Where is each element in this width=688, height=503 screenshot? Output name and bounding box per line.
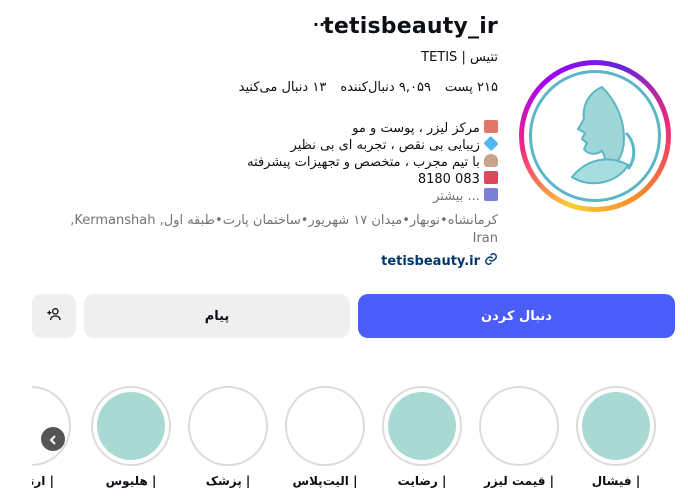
posts-count: ۲۱۵ پست	[444, 80, 498, 95]
highlight-item[interactable]: | رضایت	[379, 386, 465, 488]
telephone-icon	[484, 171, 498, 184]
highlight-item[interactable]: | پزشک	[185, 386, 271, 488]
highlight-label: | الیت‌پلاس	[292, 474, 358, 488]
highlight-cover	[485, 392, 553, 460]
link-icon	[484, 252, 498, 270]
website-link[interactable]: tetisbeauty.ir	[381, 252, 498, 270]
followers-count[interactable]: ۹,۰۵۹ دنبال‌کننده	[340, 80, 431, 95]
profile-avatar[interactable]	[519, 60, 671, 212]
message-button[interactable]: پیام	[84, 294, 350, 338]
tetis-logo-icon	[529, 70, 661, 202]
highlight-item[interactable]: | قیمت لیزر	[476, 386, 562, 488]
highlight-cover	[388, 392, 456, 460]
doctor-icon	[484, 154, 498, 167]
website-label[interactable]: tetisbeauty.ir	[381, 254, 480, 269]
profile-address: کرمانشاه•نوبهار•میدان ۱۷ شهریور•ساختمان …	[70, 213, 498, 246]
bio-more-link[interactable]: ... بیشتر	[433, 189, 480, 204]
add-user-icon	[46, 306, 62, 326]
diamond-icon	[483, 135, 499, 152]
bio-phone: 8180 083	[417, 172, 480, 187]
bio-line: با تیم مجرب ، متخصص و تجهیزات پیشرفته	[247, 155, 480, 170]
follow-button[interactable]: دنبال کردن	[358, 294, 675, 338]
more-options-button[interactable]: ···	[311, 16, 333, 38]
highlight-item[interactable]: | الیت‌پلاس	[282, 386, 368, 488]
profile-full-name: تتیس | TETIS	[421, 50, 498, 65]
suggested-users-button[interactable]	[32, 294, 76, 338]
highlights-prev-button[interactable]	[41, 427, 65, 451]
highlight-label: | قیمت لیزر	[483, 474, 555, 488]
highlight-cover	[194, 392, 262, 460]
highlight-item[interactable]: | فیشال	[573, 386, 659, 488]
highlight-cover	[291, 392, 359, 460]
highlight-label: | فیشال	[591, 474, 641, 488]
profile-stats: ۲۱۵ پست ۹,۰۵۹ دنبال‌کننده ۱۳ دنبال می‌کن…	[239, 80, 498, 95]
highlight-label: | ارتباط	[32, 474, 54, 488]
building-icon	[484, 188, 498, 201]
highlight-cover	[582, 392, 650, 460]
building-icon	[484, 120, 498, 133]
chevron-left-icon	[48, 430, 58, 449]
profile-username: tetisbeauty_ir	[323, 14, 498, 39]
highlight-label: | هلیوس	[105, 474, 157, 488]
profile-bio: مرکز لیزر ، پوست و مو زیبایی بی نقص ، تج…	[28, 120, 499, 205]
highlight-item[interactable]: | هلیوس	[88, 386, 174, 488]
highlight-label: | رضایت	[397, 474, 447, 488]
bio-line: مرکز لیزر ، پوست و مو	[352, 121, 480, 136]
highlight-label: | پزشک	[205, 474, 251, 488]
bio-line: زیبایی بی نقص ، تجربه ای بی نظیر	[290, 138, 480, 153]
highlight-cover	[97, 392, 165, 460]
following-count[interactable]: ۱۳ دنبال می‌کنید	[239, 80, 327, 95]
